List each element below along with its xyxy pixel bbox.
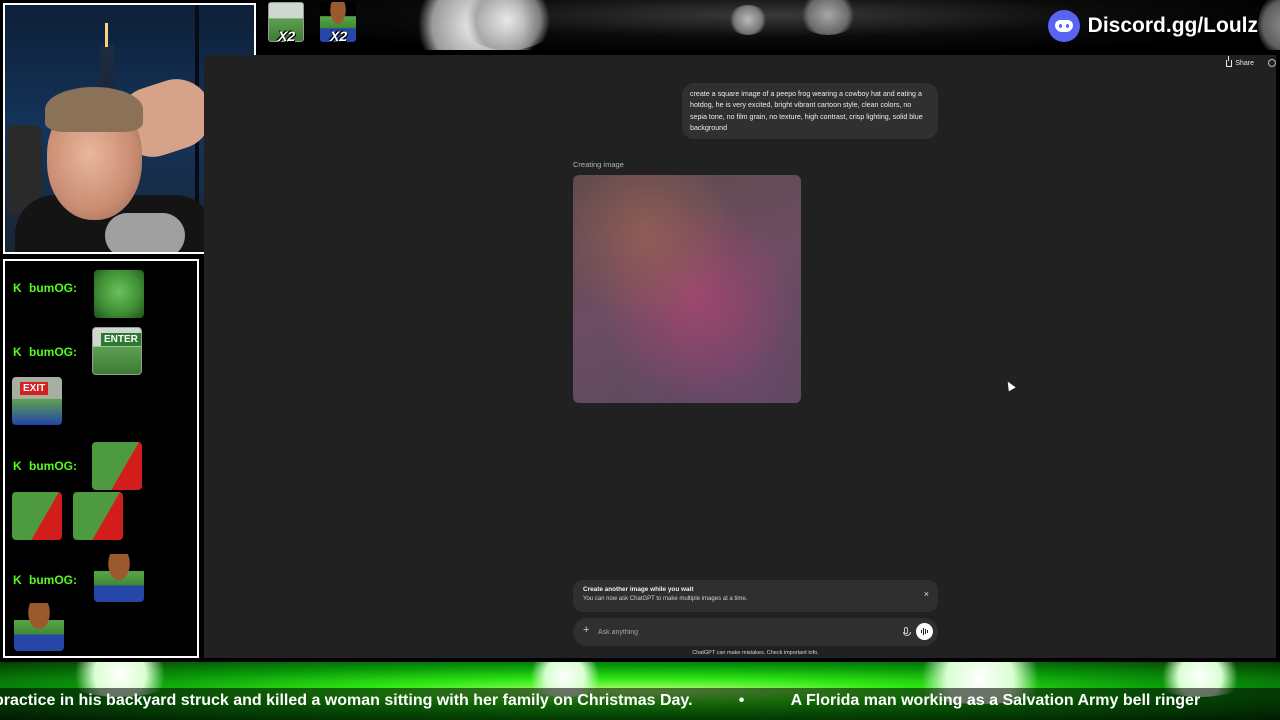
water-splash [798, 0, 858, 35]
top-banner: X2 X2 Discord.gg/Loulz [258, 0, 1280, 50]
emote-count: X2 [330, 28, 348, 44]
discord-link[interactable]: Discord.gg/Loulz [1047, 10, 1258, 42]
discord-link-text: Discord.gg/Loulz [1087, 14, 1258, 37]
stream-overlay: X2 X2 Discord.gg/Loulz K bumOG: K bumOG:… [0, 0, 1280, 720]
account-icon[interactable] [1268, 59, 1276, 67]
share-label: Share [1235, 60, 1254, 67]
exit-sign-emote-icon: EXIT [12, 377, 62, 425]
exit-sign-label: EXIT [20, 382, 49, 395]
voice-waveform-icon [921, 628, 928, 635]
chat-username: bumOG: [29, 345, 77, 359]
plus-icon[interactable]: + [583, 625, 589, 636]
enter-sign-emote-icon: ENTER [92, 327, 142, 375]
notice-text: You can now ask ChatGPT to make multiple… [583, 596, 748, 602]
share-icon [1226, 56, 1233, 67]
microphone-icon[interactable] [903, 627, 911, 636]
kick-badge-icon: K [13, 345, 22, 359]
share-button[interactable]: Share [1226, 56, 1254, 67]
chatgpt-window: Share create a square image of a peepo f… [204, 55, 1276, 658]
red-flag-frog-emote-icon [12, 492, 62, 540]
cowboy-frog-emote-icon [14, 603, 64, 651]
water-splash [1258, 0, 1280, 50]
chat-message: K bumOG: [13, 573, 77, 587]
chat-username: bumOG: [29, 573, 77, 587]
message-composer: + [573, 618, 938, 646]
chat-message: K bumOG: [13, 281, 77, 295]
cowboy-frog-emote-icon [94, 554, 144, 602]
kick-badge-icon: K [13, 281, 22, 295]
kick-badge-icon: K [13, 459, 22, 473]
ticker-text: practice in his backyard struck and kill… [0, 692, 1200, 710]
generating-image-placeholder [573, 175, 801, 403]
kick-badge-icon: K [13, 573, 22, 587]
ticker-headline: practice in his backyard struck and kill… [0, 692, 693, 709]
voice-mode-button[interactable] [916, 623, 933, 640]
chat-message: K bumOG: [13, 345, 77, 359]
news-ticker: practice in his backyard struck and kill… [0, 662, 1280, 720]
creating-image-status: Creating image [573, 160, 624, 169]
frog-emote-icon [94, 270, 144, 318]
water-splash [728, 5, 768, 35]
notice-title: Create another image while you wait [583, 586, 694, 593]
red-flag-frog-emote-icon [73, 492, 123, 540]
shirt-print [105, 213, 185, 252]
ticker-separator: • [738, 692, 745, 709]
ticker-headline: A Florida man working as a Salvation Arm… [790, 692, 1201, 709]
streamer-hair [45, 87, 143, 132]
tower-spire [105, 23, 108, 47]
multi-image-notice: Create another image while you wait You … [573, 580, 938, 612]
chat-username: bumOG: [29, 281, 77, 295]
discord-icon [1047, 10, 1080, 42]
stream-chat: K bumOG: K bumOG: ENTER EXIT K bumOG: K … [3, 259, 199, 658]
user-message-bubble: create a square image of a peepo frog we… [682, 83, 938, 139]
emote-count: X2 [278, 28, 296, 44]
chat-username: bumOG: [29, 459, 77, 473]
mouse-cursor-icon [1004, 379, 1016, 392]
enter-sign-label: ENTER [101, 333, 141, 346]
disclaimer-text: ChatGPT can make mistakes. Check importa… [692, 650, 819, 656]
close-icon[interactable]: × [924, 590, 929, 599]
ask-input[interactable] [598, 625, 868, 639]
red-flag-frog-emote-icon [92, 442, 142, 490]
chat-message: K bumOG: [13, 459, 77, 473]
